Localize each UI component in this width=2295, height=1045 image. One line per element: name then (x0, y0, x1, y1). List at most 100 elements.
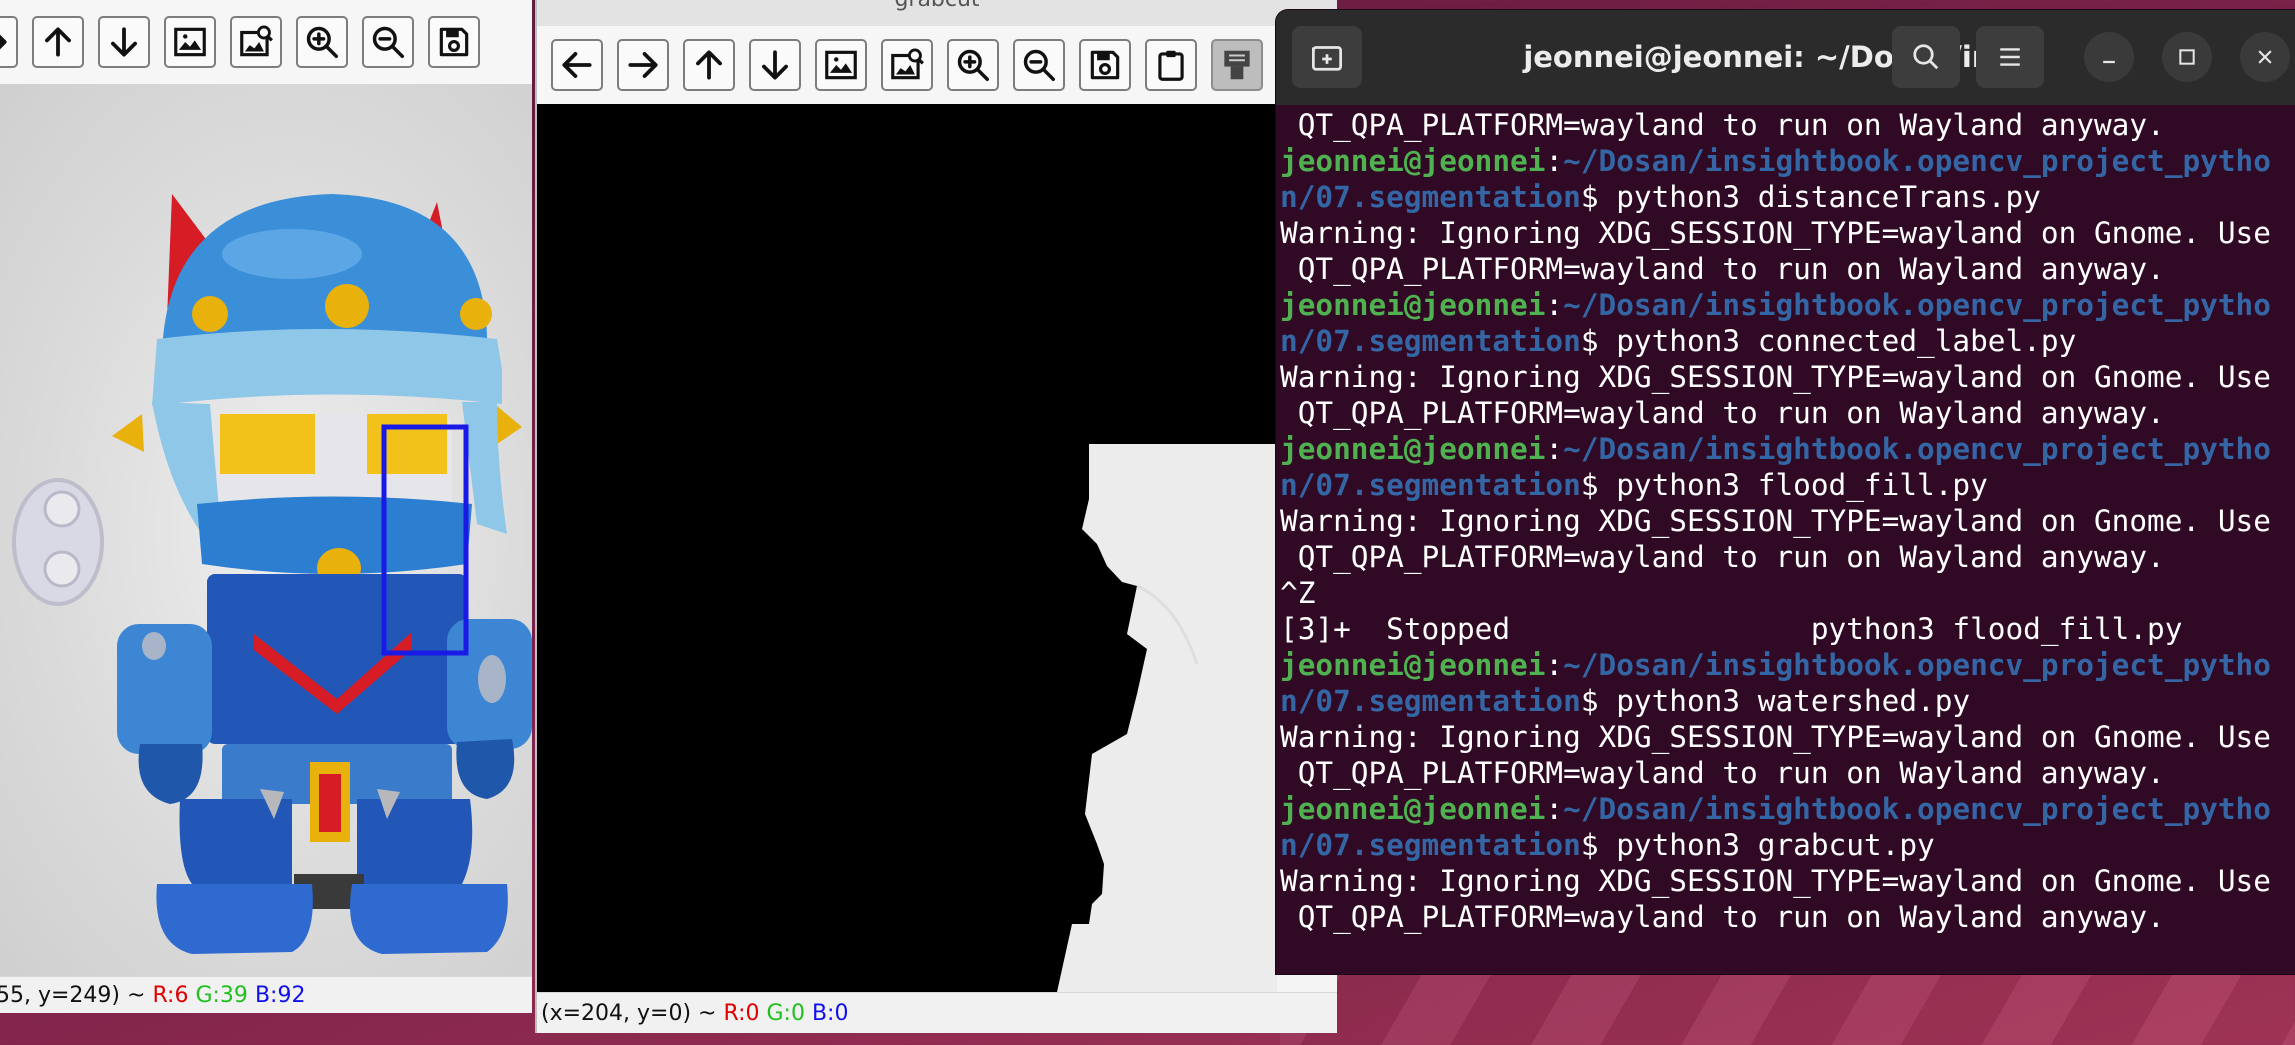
zoom-in-icon (306, 26, 338, 58)
image-canvas-grabcut[interactable] (537, 104, 1277, 992)
output-text: Warning: Ignoring XDG_SESSION_TYPE=wayla… (1280, 216, 2271, 250)
zoom-out-button[interactable] (1013, 39, 1065, 91)
maximize-icon (2179, 49, 2195, 65)
command-text: $ python3 connected_label.py (1580, 324, 2077, 358)
prompt-separator: : (1545, 144, 1564, 178)
zoom-out-icon (1023, 49, 1055, 81)
terminal-line: QT_QPA_PLATFORM=wayland to run on Waylan… (1280, 395, 2295, 431)
clipboard-button[interactable] (1145, 39, 1197, 91)
terminal-headerbar: jeonnei@jeonnei: ~/Dosan/ins… (1276, 10, 2295, 105)
save-button[interactable] (1079, 39, 1131, 91)
terminal-line: n/07.segmentation$ python3 distanceTrans… (1280, 179, 2295, 215)
save-button[interactable] (428, 16, 480, 68)
terminal-line: QT_QPA_PLATFORM=wayland to run on Waylan… (1280, 755, 2295, 791)
properties-button[interactable] (1211, 39, 1263, 91)
terminal-title: jeonnei@jeonnei: ~/Dosan/ins… (1523, 40, 2039, 74)
arrow-up-icon (45, 27, 71, 57)
zoom-in-button[interactable] (296, 16, 348, 68)
output-text: Warning: Ignoring XDG_SESSION_TYPE=wayla… (1280, 720, 2271, 754)
command-text: $ python3 watershed.py (1580, 684, 1971, 718)
zoom-out-button[interactable] (362, 16, 414, 68)
terminal-line: jeonnei@jeonnei:~/Dosan/insightbook.open… (1280, 287, 2295, 323)
arrow-down-icon (111, 27, 137, 57)
new-tab-icon (1312, 46, 1342, 71)
terminal-line: Warning: Ignoring XDG_SESSION_TYPE=wayla… (1280, 503, 2295, 539)
output-text: QT_QPA_PLATFORM=wayland to run on Waylan… (1280, 108, 2165, 142)
prompt-user: jeonnei@jeonnei (1280, 144, 1546, 178)
arrow-left-button[interactable] (551, 39, 603, 91)
prompt-separator: : (1545, 432, 1564, 466)
terminal-line: Warning: Ignoring XDG_SESSION_TYPE=wayla… (1280, 863, 2295, 899)
close-icon (2258, 50, 2272, 64)
prompt-user: jeonnei@jeonnei (1280, 648, 1546, 682)
arrow-right-button[interactable] (0, 16, 18, 68)
terminal-line: Warning: Ignoring XDG_SESSION_TYPE=wayla… (1280, 359, 2295, 395)
hamburger-menu-icon (2000, 48, 2020, 66)
output-text: QT_QPA_PLATFORM=wayland to run on Waylan… (1280, 540, 2165, 574)
prompt-path: n/07.segmentation (1280, 180, 1581, 214)
image-zoom-button[interactable] (230, 16, 282, 68)
arrow-up-button[interactable] (32, 16, 84, 68)
terminal-line: n/07.segmentation$ python3 connected_lab… (1280, 323, 2295, 359)
zoom-in-button[interactable] (947, 39, 999, 91)
pixel-g-value: G:39 (195, 983, 248, 1008)
terminal-line: Warning: Ignoring XDG_SESSION_TYPE=wayla… (1280, 215, 2295, 251)
cursor-coords: (x=204, y=0) ~ (541, 1001, 724, 1026)
image-canvas-robot[interactable] (0, 84, 532, 976)
prompt-path: n/07.segmentation (1280, 324, 1581, 358)
terminal-line: n/07.segmentation$ python3 grabcut.py (1280, 827, 2295, 863)
zoom-out-icon (372, 26, 404, 58)
terminal-line: jeonnei@jeonnei:~/Dosan/insightbook.open… (1280, 431, 2295, 467)
prompt-separator: : (1545, 792, 1564, 826)
prompt-separator: : (1545, 288, 1564, 322)
terminal-line: jeonnei@jeonnei:~/Dosan/insightbook.open… (1280, 647, 2295, 683)
arrow-left-icon (562, 52, 592, 78)
command-text: $ python3 distanceTrans.py (1580, 180, 2041, 214)
arrow-right-icon (628, 52, 658, 78)
arrow-up-button[interactable] (683, 39, 735, 91)
image-window-grabcut[interactable]: grabcut (x=204, y=0) ~ R:0 G:0 B:0 (535, 0, 1337, 1033)
output-text: Warning: Ignoring XDG_SESSION_TYPE=wayla… (1280, 504, 2271, 538)
pixel-r-value: R:6 (152, 983, 189, 1008)
output-text: [3]+ Stopped python3 flood_fill.py (1280, 612, 2183, 646)
pixel-r-value: R:0 (723, 1001, 760, 1026)
image-zoom-button[interactable] (881, 39, 933, 91)
maximize-button[interactable] (2162, 32, 2212, 82)
image-toolbar (537, 26, 1337, 105)
pixel-g-value: G:0 (766, 1001, 805, 1026)
command-text: $ python3 flood_fill.py (1580, 468, 1988, 502)
terminal-output[interactable]: QT_QPA_PLATFORM=wayland to run on Waylan… (1280, 107, 2295, 974)
new-tab-button[interactable] (1292, 26, 1362, 88)
prompt-path: n/07.segmentation (1280, 828, 1581, 862)
zoom-in-icon (957, 49, 989, 81)
arrow-down-button[interactable] (749, 39, 801, 91)
prompt-user: jeonnei@jeonnei (1280, 792, 1546, 826)
terminal-line: ^Z (1280, 575, 2295, 611)
arrow-down-button[interactable] (98, 16, 150, 68)
window-title: grabcut (537, 0, 1337, 27)
minimize-button[interactable] (2084, 32, 2134, 82)
terminal-line: [3]+ Stopped python3 flood_fill.py (1280, 611, 2295, 647)
arrow-right-button[interactable] (617, 39, 669, 91)
prompt-path: n/07.segmentation (1280, 684, 1581, 718)
image-zoom-icon (891, 48, 924, 80)
search-button[interactable] (1892, 26, 1960, 88)
terminal-window[interactable]: jeonnei@jeonnei: ~/Dosan/ins… QT_QPA_PLA… (1276, 10, 2295, 974)
image-toolbar (0, 0, 532, 85)
output-text: QT_QPA_PLATFORM=wayland to run on Waylan… (1280, 756, 2165, 790)
prompt-path: ~/Dosan/insightbook.opencv_project_pytho (1563, 792, 2271, 826)
output-text: ^Z (1280, 576, 1316, 610)
menu-button[interactable] (1976, 26, 2044, 88)
output-text: Warning: Ignoring XDG_SESSION_TYPE=wayla… (1280, 864, 2271, 898)
arrow-right-icon (0, 34, 7, 50)
image-zoom-icon (240, 25, 273, 57)
image-button[interactable] (815, 39, 867, 91)
output-text: QT_QPA_PLATFORM=wayland to run on Waylan… (1280, 252, 2165, 286)
close-button[interactable] (2240, 32, 2290, 82)
image-button[interactable] (164, 16, 216, 68)
search-icon (1913, 44, 1939, 70)
image-window-robot[interactable]: 55, y=249) ~ R:6 G:39 B:92 (0, 0, 532, 1013)
arrow-up-icon (696, 50, 722, 80)
pixel-b-value: B:92 (254, 983, 306, 1008)
pixel-b-value: B:0 (811, 1001, 849, 1026)
